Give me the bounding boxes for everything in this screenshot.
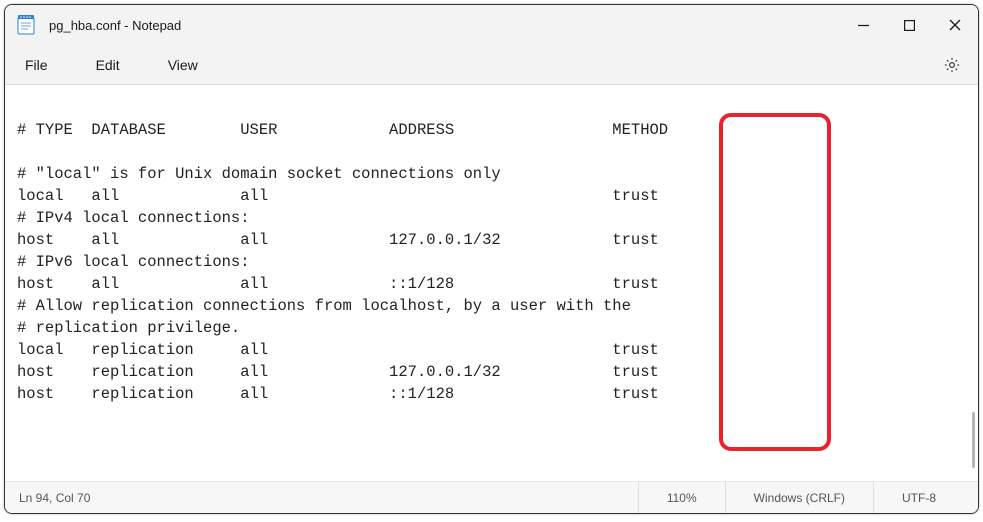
window-controls <box>840 5 978 45</box>
settings-button[interactable] <box>932 56 972 74</box>
status-encoding[interactable]: UTF-8 <box>873 482 964 513</box>
close-button[interactable] <box>932 5 978 45</box>
titlebar: pg_hba.conf - Notepad <box>5 5 978 45</box>
scrollbar-thumb[interactable] <box>972 412 975 468</box>
menu-edit[interactable]: Edit <box>90 53 126 77</box>
status-line-ending[interactable]: Windows (CRLF) <box>725 482 873 513</box>
window-title: pg_hba.conf - Notepad <box>49 18 840 33</box>
status-zoom[interactable]: 110% <box>638 482 725 513</box>
notepad-app-icon <box>17 15 35 35</box>
window-frame: pg_hba.conf - Notepad File Edit View # T… <box>4 4 979 514</box>
menu-view[interactable]: View <box>162 53 204 77</box>
status-cursor-position: Ln 94, Col 70 <box>19 491 638 505</box>
editor-text[interactable]: # TYPE DATABASE USER ADDRESS METHOD # "l… <box>17 97 966 405</box>
editor-area[interactable]: # TYPE DATABASE USER ADDRESS METHOD # "l… <box>5 85 978 473</box>
menubar: File Edit View <box>5 45 978 85</box>
menu-file[interactable]: File <box>19 53 54 77</box>
statusbar: Ln 94, Col 70 110% Windows (CRLF) UTF-8 <box>5 481 978 513</box>
minimize-button[interactable] <box>840 5 886 45</box>
maximize-button[interactable] <box>886 5 932 45</box>
